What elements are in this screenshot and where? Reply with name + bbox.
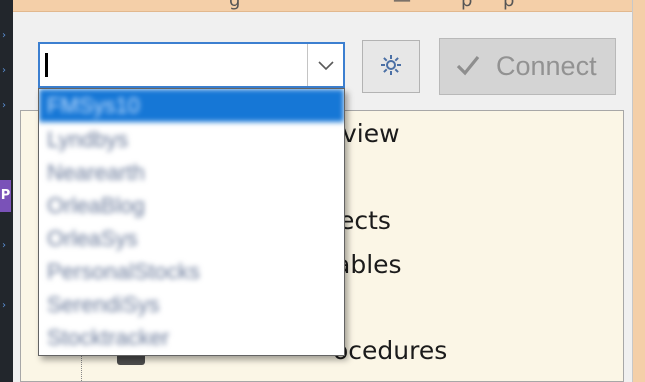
- title-fragment: g: [229, 0, 241, 11]
- dropdown-option[interactable]: Nearearth: [39, 156, 344, 189]
- connection-combo[interactable]: [38, 42, 345, 88]
- dropdown-option[interactable]: PersonalStocks: [39, 255, 344, 288]
- connection-dropdown-list[interactable]: FMSys10 Lyndbys Nearearth OrleaBlog Orle…: [38, 88, 345, 356]
- window-title-strip: g — p p: [13, 0, 632, 12]
- title-fragment: —: [393, 0, 411, 11]
- left-side-panel: › › › › › P: [0, 0, 13, 382]
- connect-button[interactable]: Connect: [439, 38, 616, 95]
- dropdown-option[interactable]: Lyndbys: [39, 123, 344, 156]
- chevron-down-icon: [317, 56, 334, 75]
- connect-button-label: Connect: [496, 51, 597, 81]
- gear-icon: [379, 53, 403, 81]
- dropdown-option[interactable]: FMSys10: [39, 89, 344, 122]
- settings-button[interactable]: [362, 40, 420, 93]
- text-caret: [45, 53, 48, 77]
- plugin-badge[interactable]: P: [0, 180, 11, 212]
- database-explorer-window: g — p p Connect view ects ables ocedures…: [13, 0, 633, 382]
- title-fragment: p: [461, 0, 473, 11]
- collapse-arrow-icon: ›: [2, 300, 6, 311]
- dropdown-option[interactable]: SerendiSys: [39, 288, 344, 321]
- tree-node-label[interactable]: ects: [339, 206, 391, 235]
- dropdown-option[interactable]: OrleaSys: [39, 222, 344, 255]
- title-fragment: p: [503, 0, 515, 11]
- dropdown-option[interactable]: Stocktracker: [39, 321, 344, 354]
- collapse-arrow-icon: ›: [2, 65, 6, 76]
- tree-node-label[interactable]: ocedures: [333, 336, 447, 365]
- combo-dropdown-button[interactable]: [307, 44, 343, 86]
- checkmark-icon: [456, 54, 480, 80]
- dropdown-option[interactable]: OrleaBlog: [39, 189, 344, 222]
- collapse-arrow-icon: ›: [2, 30, 6, 41]
- collapse-arrow-icon: ›: [2, 240, 6, 251]
- tree-node-label[interactable]: view: [342, 119, 400, 148]
- collapse-arrow-icon: ›: [2, 100, 6, 111]
